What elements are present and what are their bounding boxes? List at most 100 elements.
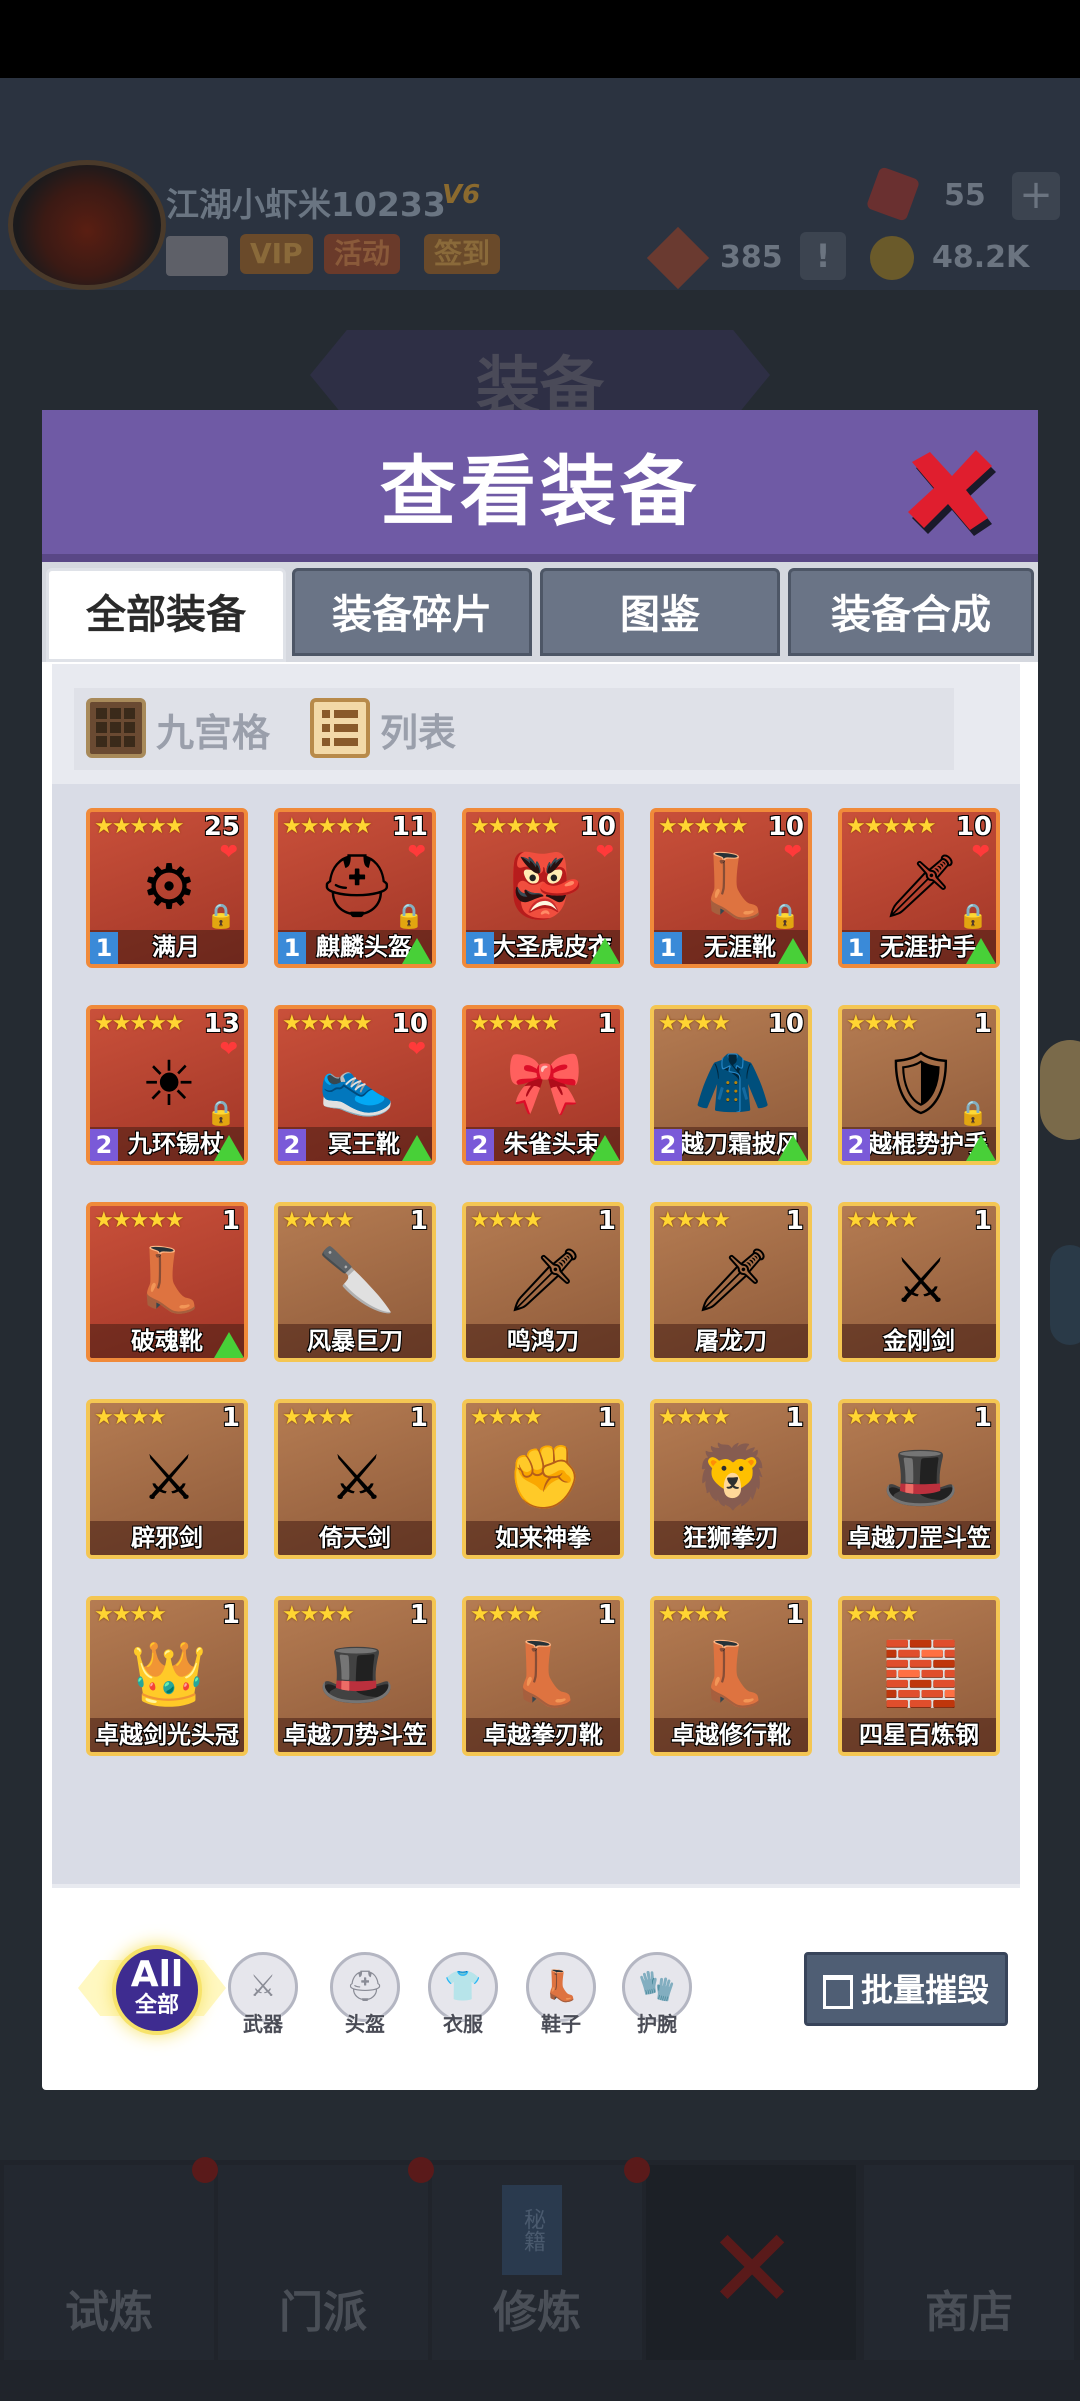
mail-icon[interactable]: [166, 236, 228, 276]
item-name: 卓越刀势斗笠: [283, 1721, 427, 1749]
bracer-icon: 🧤: [638, 1969, 676, 2004]
item-count: 1: [597, 1403, 616, 1433]
equipment-card[interactable]: ★★★★★ 11 ❤ ⛑ 🔒 麒麟头盔 1: [274, 808, 436, 968]
equipment-card[interactable]: ★★★★ 1 🔪 风暴巨刀: [274, 1202, 436, 1362]
star-rating: ★★★★: [282, 1602, 355, 1627]
equipment-icon: 🗡: [505, 1243, 585, 1316]
nav-shop[interactable]: 商店: [864, 2165, 1074, 2360]
equipment-card[interactable]: ★★★★ 🧱 四星百炼钢: [838, 1596, 1000, 1756]
nav-sect[interactable]: 门派: [218, 2165, 428, 2360]
star-rating: ★★★★★: [94, 1011, 185, 1036]
heart-icon: ❤: [783, 840, 802, 865]
equipment-card[interactable]: ★★★★ 1 🎩 卓越刀势斗笠: [274, 1596, 436, 1756]
grid-view-label[interactable]: 九宫格: [156, 702, 270, 757]
item-name: 卓越刀罡斗笠: [847, 1524, 991, 1552]
star-rating: ★★★★: [470, 1208, 543, 1233]
equipment-card[interactable]: ★★★★ 1 👑 卓越剑光头冠: [86, 1596, 248, 1756]
player-avatar[interactable]: [8, 160, 166, 290]
equipment-card[interactable]: ★★★★★ 10 ❤ 👟 冥王靴 2: [274, 1005, 436, 1165]
star-rating: ★★★★★: [282, 1011, 373, 1036]
coin-count: 48.2K: [932, 240, 1030, 275]
vip-button[interactable]: VIP: [240, 234, 313, 274]
equipment-card[interactable]: ★★★★ 1 🗡 鸣鸿刀: [462, 1202, 624, 1362]
lock-icon: 🔒: [206, 1099, 236, 1127]
star-rating: ★★★★: [282, 1405, 355, 1430]
star-rating: ★★★★: [846, 1602, 919, 1627]
enhance-level: 2: [842, 1129, 870, 1161]
equipment-card[interactable]: ★★★★ 1 👢 卓越修行靴: [650, 1596, 812, 1756]
equipment-card[interactable]: ★★★★ 1 ⚔ 倚天剑: [274, 1399, 436, 1559]
token-count: 385: [720, 240, 783, 275]
star-rating: ★★★★★: [846, 814, 937, 839]
equipment-card[interactable]: ★★★★ 1 🗡 屠龙刀: [650, 1202, 812, 1362]
tab-equipment-synthesis[interactable]: 装备合成: [788, 568, 1034, 656]
equipment-card[interactable]: ★★★★★ 1 🎀 朱雀头束 2: [462, 1005, 624, 1165]
shirt-icon: 👕: [444, 1969, 482, 2004]
batch-destroy-button[interactable]: 批量摧毁: [804, 1952, 1008, 2026]
equipment-card[interactable]: ★★★★ 1 👢 卓越拳刃靴: [462, 1596, 624, 1756]
close-button[interactable]: [900, 440, 1000, 536]
list-view-icon[interactable]: [310, 698, 370, 758]
equipment-card[interactable]: ★★★★★ 1 👢 破魂靴: [86, 1202, 248, 1362]
equipment-card[interactable]: ★★★★ 1 🛡 🔒 越棍势护手 2: [838, 1005, 1000, 1165]
filter-all-button[interactable]: All 全部: [112, 1945, 202, 2035]
add-gems-button[interactable]: +: [1012, 172, 1060, 220]
equipment-card[interactable]: ★★★★ 1 🎩 卓越刀罡斗笠: [838, 1399, 1000, 1559]
equipment-icon: 👢: [694, 849, 772, 922]
equipment-card[interactable]: ★★★★ 1 ⚔ 金刚剑: [838, 1202, 1000, 1362]
lock-icon: 🔒: [958, 902, 988, 930]
equipment-card[interactable]: ★★★★★ 10 ❤ 🗡 🔒 无涯护手 1: [838, 808, 1000, 968]
equipment-card[interactable]: ★★★★ 10 🧥 越刀霜披风 2: [650, 1005, 812, 1165]
equipment-card[interactable]: ★★★★★ 10 ❤ 👢 🔒 无涯靴 1: [650, 808, 812, 968]
star-rating: ★★★★: [846, 1208, 919, 1233]
heart-icon: ❤: [407, 1037, 426, 1062]
star-rating: ★★★★: [470, 1405, 543, 1430]
star-rating: ★★★★: [846, 1011, 919, 1036]
grid-view-icon[interactable]: [86, 698, 146, 758]
item-count: 25: [203, 812, 240, 842]
equipment-icon: ⛑: [317, 849, 397, 922]
equipment-card[interactable]: ★★★★★ 13 ❤ ☀ 🔒 九环锡杖 2: [86, 1005, 248, 1165]
close-x-icon: ✕: [706, 2205, 799, 2333]
tab-collection[interactable]: 图鉴: [540, 568, 780, 656]
side-shortcut-2[interactable]: [1050, 1245, 1080, 1345]
enhance-level: 1: [842, 932, 870, 964]
filter-all-sub: 全部: [134, 1993, 179, 2018]
item-count: 10: [767, 812, 804, 842]
equipment-icon: ⚔: [141, 1440, 197, 1514]
nav-close[interactable]: ✕: [646, 2165, 856, 2360]
filter-bracer-label: 护腕: [637, 2012, 677, 2036]
equipment-card[interactable]: ★★★★ 1 🦁 狂狮拳刃: [650, 1399, 812, 1559]
notice-button[interactable]: !: [800, 232, 846, 280]
heart-icon: ❤: [971, 840, 990, 865]
item-count: 1: [785, 1206, 804, 1236]
tab-all-equipment[interactable]: 全部装备: [46, 568, 286, 662]
equipment-card[interactable]: ★★★★ 1 ✊ 如来神拳: [462, 1399, 624, 1559]
event-button[interactable]: 活动: [324, 234, 401, 274]
nav-cultivate[interactable]: 秘籍 修炼: [432, 2165, 642, 2360]
item-name: 辟邪剑: [131, 1524, 203, 1552]
equipment-icon: ⚔: [329, 1440, 385, 1514]
equipment-icon: 🛡: [881, 1046, 961, 1119]
equipment-card[interactable]: ★★★★★ 25 ❤ ⚙ 🔒 满月 1: [86, 808, 248, 968]
equipment-icon: ✊: [506, 1440, 584, 1513]
nav-trial[interactable]: 试炼: [4, 2165, 214, 2360]
star-rating: ★★★★: [282, 1208, 355, 1233]
tab-equipment-shards[interactable]: 装备碎片: [292, 568, 532, 656]
nav-shop-label: 商店: [925, 2287, 1013, 2338]
item-name: 卓越拳刃靴: [483, 1721, 603, 1749]
equipment-card[interactable]: ★★★★★ 10 ❤ 👺 大圣虎皮衣 1: [462, 808, 624, 968]
equipment-icon: 🎩: [882, 1440, 960, 1513]
star-rating: ★★★★★: [282, 814, 373, 839]
heart-icon: ❤: [219, 840, 238, 865]
equipment-icon: 🎀: [506, 1046, 584, 1119]
upgrade-arrow-icon: [778, 938, 808, 964]
list-view-label[interactable]: 列表: [380, 702, 456, 757]
side-shortcut[interactable]: [1040, 1040, 1080, 1140]
equipment-card[interactable]: ★★★★ 1 ⚔ 辟邪剑: [86, 1399, 248, 1559]
equipment-icon: 👟: [318, 1046, 396, 1119]
checkin-button[interactable]: 签到: [424, 234, 501, 274]
item-name: 如来神拳: [495, 1524, 591, 1552]
equipment-icon: 👢: [694, 1637, 772, 1710]
filter-shoes-label: 鞋子: [541, 2012, 581, 2036]
